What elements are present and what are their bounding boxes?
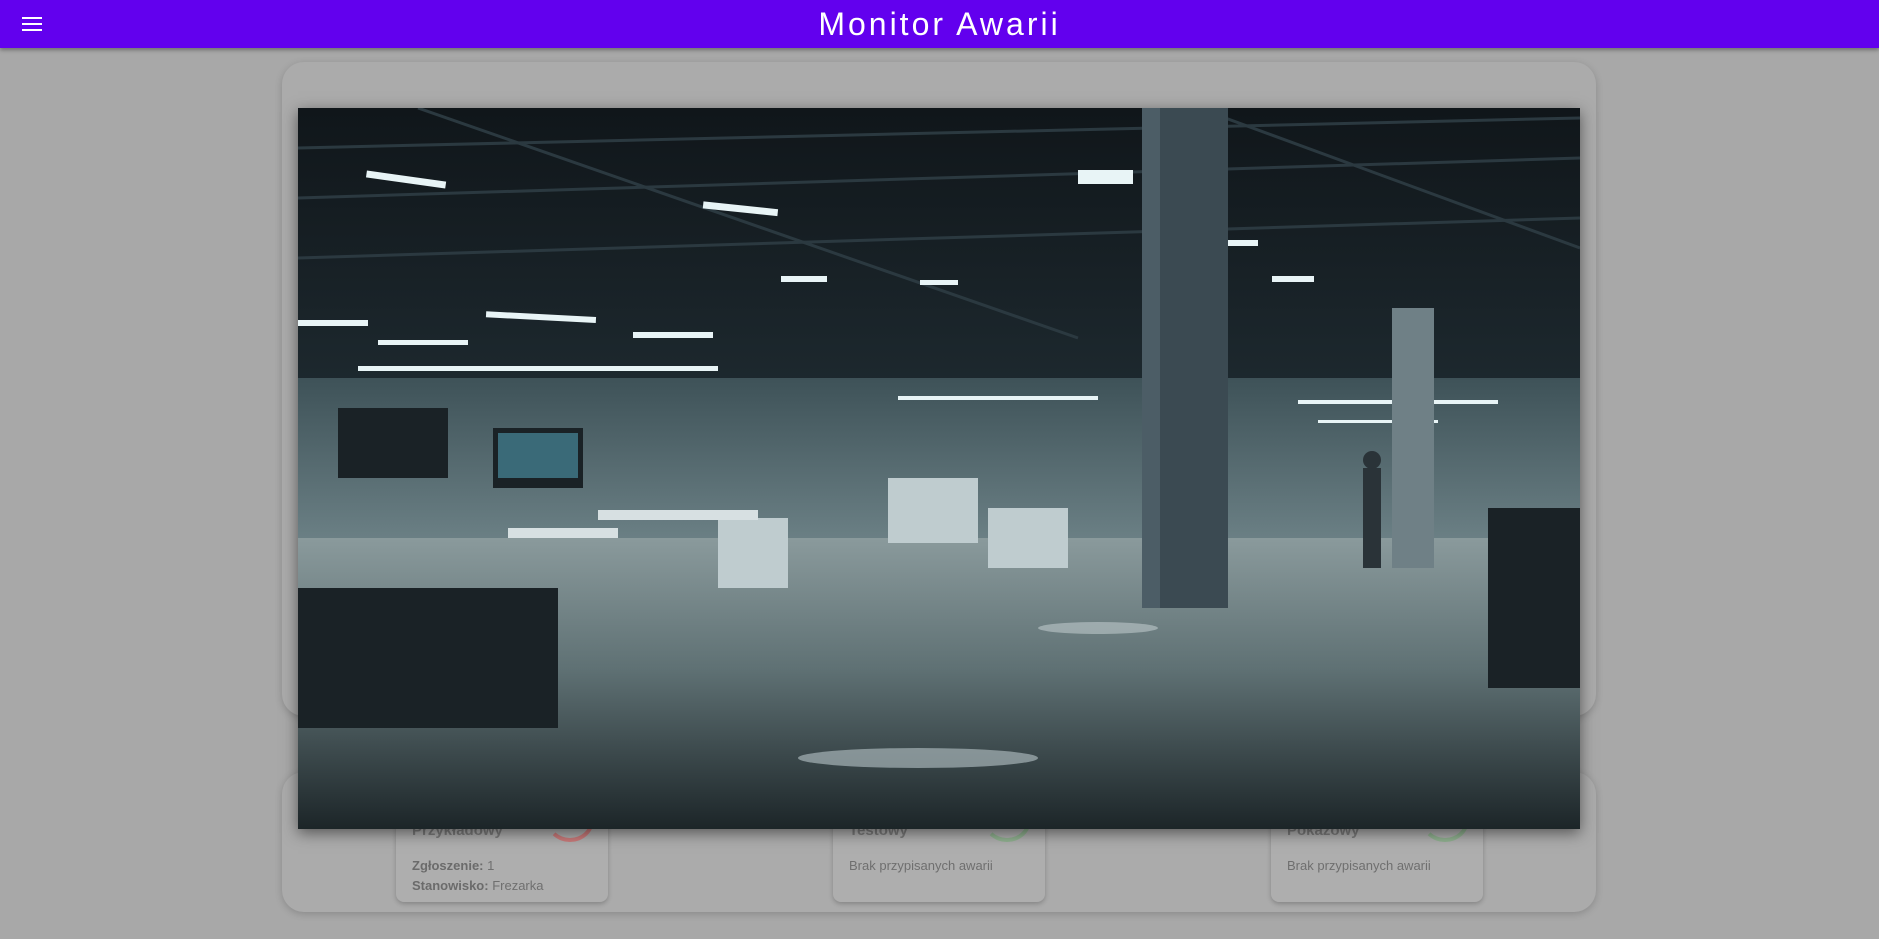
station-label: Stanowisko: [412, 878, 489, 893]
report-value: 1 [487, 858, 495, 873]
no-failures-message: Brak przypisanych awarii [1287, 858, 1431, 873]
report-label: Zgłoszenie: [412, 858, 484, 873]
factory-floor-image[interactable] [298, 108, 1580, 829]
station-value: Frezarka [492, 878, 544, 893]
app-bar: Monitor Awarii [0, 0, 1879, 48]
app-title: Monitor Awarii [818, 6, 1061, 42]
no-failures-message: Brak przypisanych awarii [849, 858, 993, 873]
station-line: Stanowisko: Frezarka [412, 878, 544, 893]
report-line: Zgłoszenie: 1 [412, 858, 494, 873]
